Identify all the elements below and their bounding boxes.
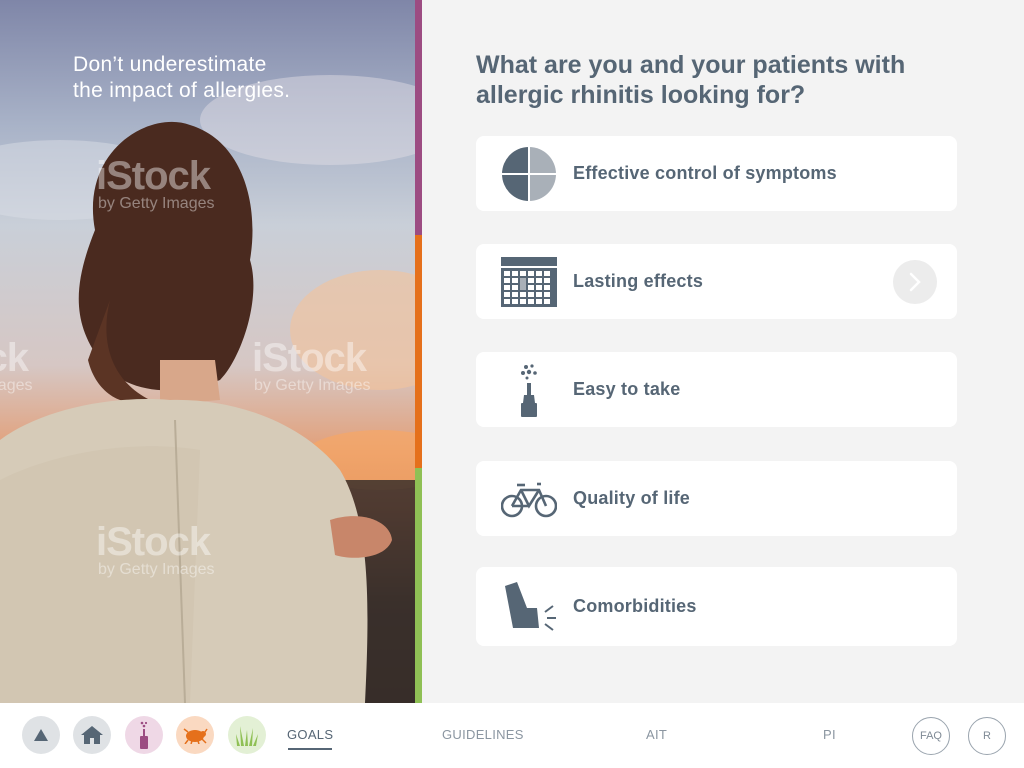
watermark-sub: by Getty Images bbox=[0, 377, 33, 394]
nasal-spray-icon bbox=[500, 361, 558, 419]
main-panel: What are you and your patients with alle… bbox=[422, 0, 1024, 703]
card-quality-of-life[interactable]: Quality of life bbox=[476, 461, 957, 536]
stripe-green bbox=[415, 468, 422, 703]
hero-title-line1: Don’t underestimate bbox=[73, 53, 267, 76]
card-effective-control[interactable]: Effective control of symptoms bbox=[476, 136, 957, 211]
watermark-brand: iStock bbox=[96, 520, 211, 564]
watermark-brand: iStock bbox=[252, 336, 367, 380]
watermark-sub: by Getty Images bbox=[98, 195, 215, 212]
active-tab-underline bbox=[288, 748, 332, 750]
dust-mite-icon[interactable] bbox=[176, 716, 214, 754]
card-label: Quality of life bbox=[573, 488, 691, 508]
card-comorbidities[interactable]: Comorbidities bbox=[476, 567, 957, 646]
card-lasting-effects[interactable]: Lasting effects bbox=[476, 244, 957, 319]
r-button[interactable]: R bbox=[968, 717, 1006, 755]
question-line1: What are you and your patients with bbox=[476, 51, 906, 79]
watermark-brand: iStock bbox=[0, 336, 29, 380]
tab-guidelines[interactable]: GUIDELINES bbox=[442, 727, 524, 742]
card-easy-to-take[interactable]: Easy to take bbox=[476, 352, 957, 427]
grass-icon[interactable] bbox=[228, 716, 266, 754]
tab-ait[interactable]: AIT bbox=[646, 727, 667, 742]
pie-chart-icon bbox=[500, 145, 558, 203]
chevron-right-icon[interactable] bbox=[893, 259, 937, 304]
card-label: Easy to take bbox=[573, 379, 681, 399]
bicycle-icon bbox=[500, 470, 558, 528]
card-label: Lasting effects bbox=[573, 271, 704, 291]
faq-button[interactable]: FAQ bbox=[912, 717, 950, 755]
hero-title: Don’t underestimate the impact of allerg… bbox=[73, 52, 373, 104]
spray-bottle-icon[interactable] bbox=[125, 716, 163, 754]
inhaler-icon bbox=[500, 578, 558, 636]
tab-pi[interactable]: PI bbox=[823, 727, 836, 742]
watermark: iStock by Getty Images bbox=[96, 522, 215, 578]
tab-goals[interactable]: GOALS bbox=[287, 727, 333, 742]
watermark: iStock by Getty Images bbox=[96, 156, 215, 212]
home-icon[interactable] bbox=[73, 716, 111, 754]
card-label: Effective control of symptoms bbox=[573, 163, 837, 183]
question-line2: allergic rhinitis looking for? bbox=[476, 81, 806, 109]
bottom-nav: GOALS GUIDELINES AIT PI FAQ R bbox=[0, 703, 1024, 768]
stripe-orange bbox=[415, 235, 422, 468]
watermark-brand: iStock bbox=[96, 154, 211, 198]
watermark: iStock by Getty Images bbox=[252, 338, 371, 394]
watermark-sub: by Getty Images bbox=[254, 377, 371, 394]
calendar-icon bbox=[500, 253, 558, 311]
hero-title-line2: the impact of allergies. bbox=[73, 79, 291, 102]
hero-image: Don’t underestimate the impact of allerg… bbox=[0, 0, 415, 703]
watermark: iStock by Getty Images bbox=[0, 338, 33, 394]
page-question: What are you and your patients with alle… bbox=[476, 50, 976, 110]
watermark-sub: by Getty Images bbox=[98, 561, 215, 578]
stripe-purple bbox=[415, 0, 422, 235]
app-root: Don’t underestimate the impact of allerg… bbox=[0, 0, 1024, 768]
card-label: Comorbidities bbox=[573, 596, 697, 616]
triangle-up-icon[interactable] bbox=[22, 716, 60, 754]
